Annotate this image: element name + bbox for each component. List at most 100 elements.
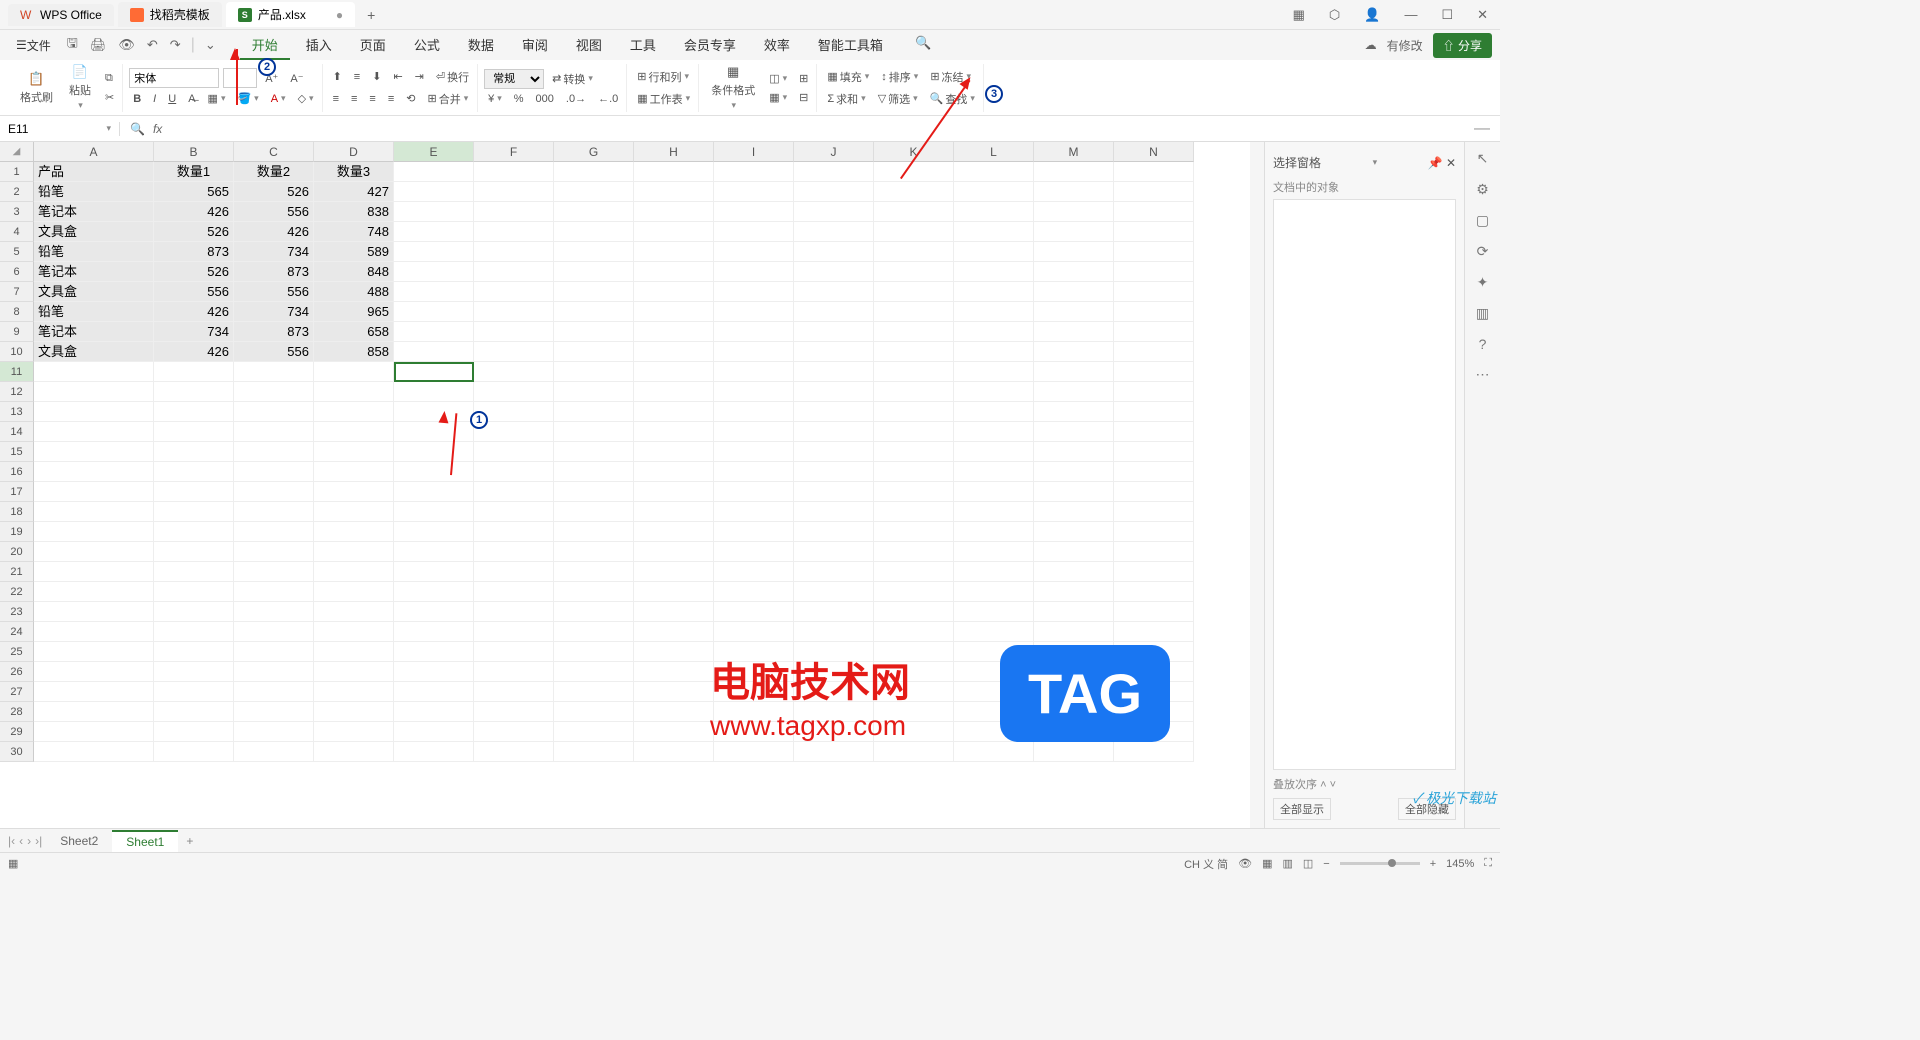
tab-document[interactable]: S 产品.xlsx ● bbox=[226, 2, 355, 27]
cell-N3[interactable] bbox=[1114, 202, 1194, 222]
cell-B8[interactable]: 426 bbox=[154, 302, 234, 322]
cell-B5[interactable]: 873 bbox=[154, 242, 234, 262]
cell-H13[interactable] bbox=[634, 402, 714, 422]
col-header-B[interactable]: B bbox=[154, 142, 234, 162]
cell-M25[interactable] bbox=[1034, 642, 1114, 662]
col-header-N[interactable]: N bbox=[1114, 142, 1194, 162]
cell-A17[interactable] bbox=[34, 482, 154, 502]
cell-I18[interactable] bbox=[714, 502, 794, 522]
row-header-29[interactable]: 29 bbox=[0, 722, 34, 742]
zoom-slider[interactable] bbox=[1340, 862, 1420, 865]
currency-icon[interactable]: ¥▾ bbox=[484, 91, 506, 107]
cell-N28[interactable] bbox=[1114, 702, 1194, 722]
cell-H19[interactable] bbox=[634, 522, 714, 542]
cell-G27[interactable] bbox=[554, 682, 634, 702]
sum-button[interactable]: Σ求和▾ bbox=[823, 89, 869, 109]
cell-J28[interactable] bbox=[794, 702, 874, 722]
next-sheet-icon[interactable]: › bbox=[27, 834, 31, 848]
cell-I25[interactable] bbox=[714, 642, 794, 662]
indent-left-icon[interactable]: ⇤ bbox=[389, 68, 406, 85]
cell-N19[interactable] bbox=[1114, 522, 1194, 542]
cell-H15[interactable] bbox=[634, 442, 714, 462]
row-header-30[interactable]: 30 bbox=[0, 742, 34, 762]
cell-A22[interactable] bbox=[34, 582, 154, 602]
cell-G16[interactable] bbox=[554, 462, 634, 482]
cell-J1[interactable] bbox=[794, 162, 874, 182]
cell-C21[interactable] bbox=[234, 562, 314, 582]
cell-C7[interactable]: 556 bbox=[234, 282, 314, 302]
cell-H24[interactable] bbox=[634, 622, 714, 642]
cell-A28[interactable] bbox=[34, 702, 154, 722]
cell-C18[interactable] bbox=[234, 502, 314, 522]
cell-A9[interactable]: 笔记本 bbox=[34, 322, 154, 342]
cell-E22[interactable] bbox=[394, 582, 474, 602]
cell-G6[interactable] bbox=[554, 262, 634, 282]
cell-L12[interactable] bbox=[954, 382, 1034, 402]
cell-I26[interactable] bbox=[714, 662, 794, 682]
cell-J30[interactable] bbox=[794, 742, 874, 762]
cell-D16[interactable] bbox=[314, 462, 394, 482]
cell-G3[interactable] bbox=[554, 202, 634, 222]
cell-C8[interactable]: 734 bbox=[234, 302, 314, 322]
cell-C9[interactable]: 873 bbox=[234, 322, 314, 342]
cell-B7[interactable]: 556 bbox=[154, 282, 234, 302]
cell-L13[interactable] bbox=[954, 402, 1034, 422]
cell-L6[interactable] bbox=[954, 262, 1034, 282]
cell-G10[interactable] bbox=[554, 342, 634, 362]
cell-L3[interactable] bbox=[954, 202, 1034, 222]
cell-M8[interactable] bbox=[1034, 302, 1114, 322]
select-all-corner[interactable]: ◢ bbox=[0, 142, 34, 162]
close-button[interactable]: ✕ bbox=[1473, 5, 1492, 25]
cell-M18[interactable] bbox=[1034, 502, 1114, 522]
cell-E30[interactable] bbox=[394, 742, 474, 762]
cell-H28[interactable] bbox=[634, 702, 714, 722]
col-header-H[interactable]: H bbox=[634, 142, 714, 162]
cell-A5[interactable]: 铅笔 bbox=[34, 242, 154, 262]
cell-C16[interactable] bbox=[234, 462, 314, 482]
cell-D26[interactable] bbox=[314, 662, 394, 682]
cell-G29[interactable] bbox=[554, 722, 634, 742]
cell-E20[interactable] bbox=[394, 542, 474, 562]
cell-A19[interactable] bbox=[34, 522, 154, 542]
view-page-icon[interactable]: ▥ bbox=[1282, 857, 1292, 870]
row-header-20[interactable]: 20 bbox=[0, 542, 34, 562]
cell-D20[interactable] bbox=[314, 542, 394, 562]
cell-I20[interactable] bbox=[714, 542, 794, 562]
cell-E9[interactable] bbox=[394, 322, 474, 342]
cell-H26[interactable] bbox=[634, 662, 714, 682]
cell-G5[interactable] bbox=[554, 242, 634, 262]
cell-A14[interactable] bbox=[34, 422, 154, 442]
more-icon[interactable]: ⋯ bbox=[1476, 366, 1490, 383]
col-header-C[interactable]: C bbox=[234, 142, 314, 162]
cut-icon[interactable]: ✂ bbox=[101, 89, 118, 106]
cell-D25[interactable] bbox=[314, 642, 394, 662]
col-header-G[interactable]: G bbox=[554, 142, 634, 162]
cell-F5[interactable] bbox=[474, 242, 554, 262]
cell-G22[interactable] bbox=[554, 582, 634, 602]
cell-J8[interactable] bbox=[794, 302, 874, 322]
cell-F29[interactable] bbox=[474, 722, 554, 742]
cell-L24[interactable] bbox=[954, 622, 1034, 642]
cell-K21[interactable] bbox=[874, 562, 954, 582]
cell-M5[interactable] bbox=[1034, 242, 1114, 262]
cell-B21[interactable] bbox=[154, 562, 234, 582]
cell-M14[interactable] bbox=[1034, 422, 1114, 442]
filter-button[interactable]: ▽筛选▾ bbox=[874, 89, 922, 109]
cell-E13[interactable] bbox=[394, 402, 474, 422]
name-box[interactable]: E11 ▾ bbox=[0, 122, 120, 136]
cell-M11[interactable] bbox=[1034, 362, 1114, 382]
cell-I10[interactable] bbox=[714, 342, 794, 362]
cell-D7[interactable]: 488 bbox=[314, 282, 394, 302]
fx-search-icon[interactable]: 🔍 bbox=[130, 122, 145, 136]
cell-J17[interactable] bbox=[794, 482, 874, 502]
cell-I14[interactable] bbox=[714, 422, 794, 442]
cell-F25[interactable] bbox=[474, 642, 554, 662]
cell-H23[interactable] bbox=[634, 602, 714, 622]
cell-D21[interactable] bbox=[314, 562, 394, 582]
cell-M27[interactable] bbox=[1034, 682, 1114, 702]
worksheet-button[interactable]: ▦工作表▾ bbox=[633, 89, 694, 109]
cell-N22[interactable] bbox=[1114, 582, 1194, 602]
cell-J2[interactable] bbox=[794, 182, 874, 202]
col-header-E[interactable]: E bbox=[394, 142, 474, 162]
col-header-L[interactable]: L bbox=[954, 142, 1034, 162]
